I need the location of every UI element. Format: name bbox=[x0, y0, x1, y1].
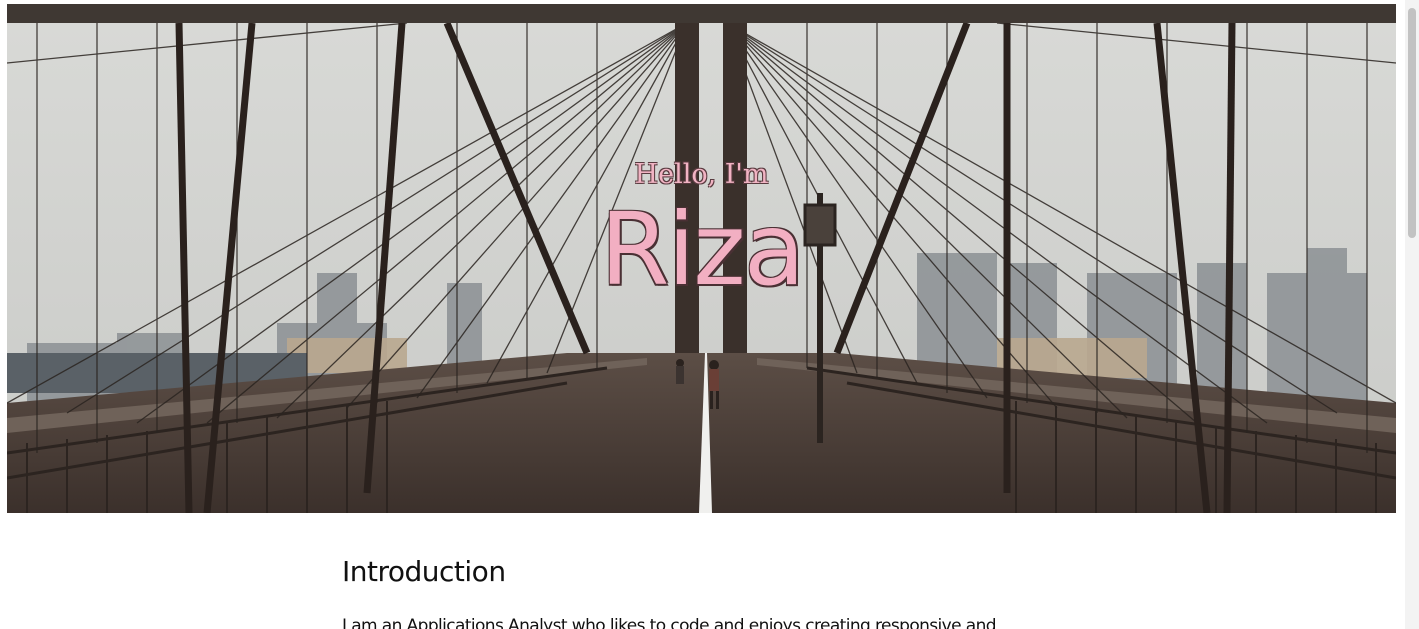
hero-top-bar bbox=[7, 4, 1396, 23]
hero-banner: Hello, I'm Riza bbox=[7, 4, 1396, 513]
hero-greeting: Hello, I'm bbox=[634, 159, 769, 190]
scrollbar-thumb[interactable] bbox=[1408, 8, 1416, 238]
page: Hello, I'm Riza Introduction I am an App… bbox=[0, 0, 1405, 629]
section-title-introduction: Introduction bbox=[342, 555, 506, 588]
intro-section: Introduction I am an Applications Analys… bbox=[342, 555, 1062, 629]
vertical-scrollbar[interactable] bbox=[1405, 0, 1419, 629]
hero-name: Riza bbox=[599, 191, 805, 308]
intro-paragraph: I am an Applications Analyst who likes t… bbox=[342, 616, 997, 629]
